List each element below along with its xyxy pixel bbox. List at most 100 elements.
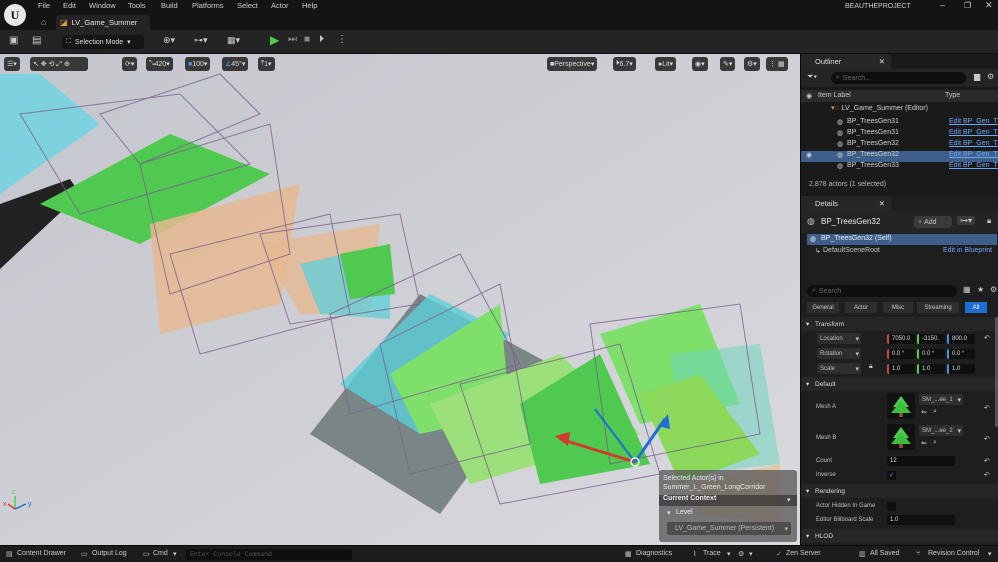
menu-edit[interactable]: Edit — [63, 1, 76, 10]
component-self[interactable]: ◍ BP_TreesGen32 (Self) — [807, 234, 997, 245]
camera-speed-button[interactable]: ⏵ 6.7 ▾ — [613, 57, 636, 71]
edit-blueprint-link[interactable]: Edit BP_Gen_T — [949, 151, 998, 158]
revision-control-button[interactable]: Revision Control — [928, 550, 979, 557]
menu-build[interactable]: Build — [161, 1, 178, 10]
menu-platforms[interactable]: Platforms — [192, 1, 224, 10]
more-options-icon[interactable]: ⋮ — [337, 34, 347, 45]
list-item[interactable]: ◍ BP_TreesGen33 Edit BP_Gen_T — [801, 162, 998, 173]
reset-icon[interactable]: ↶ — [984, 334, 990, 342]
chevron-down-icon[interactable]: ▾ — [173, 550, 177, 558]
billboard-scale-field[interactable]: 1.0 — [887, 515, 955, 525]
selection-mode-dropdown[interactable]: ⛶ Selection Mode ▾ — [62, 35, 144, 49]
outliner-tab[interactable]: Outliner ✕ — [801, 54, 891, 69]
menu-actor[interactable]: Actor — [271, 1, 289, 10]
edit-blueprint-link[interactable]: Edit BP_Gen_T — [949, 129, 998, 136]
settings-icon[interactable]: ⚙ — [987, 72, 994, 81]
content-drawer-button[interactable]: Content Drawer — [17, 550, 66, 557]
visibility-eye-icon[interactable]: ◉ — [806, 151, 812, 159]
source-control-icon[interactable]: ▤ — [32, 35, 41, 46]
map-tab[interactable]: ◪ LV_Game_Summer — [56, 15, 150, 30]
menu-help[interactable]: Help — [302, 1, 317, 10]
filter-actor[interactable]: Actor — [845, 302, 877, 313]
rotation-y[interactable]: 0.0 ° — [917, 349, 945, 359]
add-actor-icon[interactable]: ⊕▾ — [163, 35, 175, 46]
cmd-dropdown[interactable]: Cmd — [153, 550, 168, 557]
layout-button[interactable]: ⋮ ▦ — [766, 57, 788, 71]
home-icon[interactable]: ⌂ — [41, 17, 46, 27]
lock-icon[interactable]: 🔒︎ — [869, 363, 873, 371]
settings-icon[interactable]: ⚙ — [738, 550, 744, 558]
star-icon[interactable]: ★ — [977, 285, 984, 294]
col-item-label[interactable]: Item Label — [818, 92, 851, 99]
mesh-b-dropdown[interactable]: SM_...ee_2 ▾ — [919, 425, 963, 436]
reset-icon[interactable]: ↶ — [984, 435, 990, 443]
blueprint-icon[interactable]: ⊶▾ — [194, 35, 208, 46]
filter-icon[interactable]: ⏷▾ — [807, 72, 817, 82]
all-saved-button[interactable]: All Saved — [870, 550, 900, 557]
dropdown-icon[interactable]: ▾ — [749, 550, 753, 558]
chevron-down-icon[interactable]: ▾ — [727, 550, 731, 558]
section-transform[interactable]: ▾ Transform — [801, 317, 998, 331]
play-icon[interactable]: ▶ — [270, 33, 279, 47]
reset-icon[interactable]: ↶ — [984, 457, 990, 465]
folder-icon[interactable]: ▆ — [974, 72, 980, 81]
add-component-button[interactable]: + Add — [914, 216, 952, 228]
viewport-menu-button[interactable]: ☰▾ — [4, 57, 20, 71]
rotation-dropdown[interactable]: Rotation ▾ — [817, 348, 861, 359]
browse-search-icon[interactable]: ⌕ — [933, 439, 937, 447]
scale-x[interactable]: 1.0 — [887, 364, 915, 374]
location-dropdown[interactable]: Location ▾ — [817, 333, 861, 344]
reset-icon[interactable]: ↶ — [984, 471, 990, 479]
count-field[interactable]: 12 — [887, 456, 955, 466]
section-default[interactable]: ▾ Default — [801, 377, 998, 391]
edit-blueprint-link[interactable]: Edit BP_Gen_T — [949, 162, 998, 169]
filter-streaming[interactable]: Streaming — [917, 302, 959, 313]
rotation-z[interactable]: 0.0 ° — [947, 349, 975, 359]
reset-icon[interactable]: ↶ — [984, 404, 990, 412]
settings-button[interactable]: ⚙▾ — [744, 57, 760, 71]
filter-general[interactable]: General — [807, 302, 839, 313]
chevron-down-icon[interactable]: ▾ — [988, 550, 992, 558]
camera-speed-index-button[interactable]: ⤒ 1 ▾ — [258, 57, 275, 71]
launch-icon[interactable]: ⏵ — [319, 34, 324, 45]
show-flags-button[interactable]: ◉▾ — [692, 57, 708, 71]
details-search-input[interactable]: ⌕ Search — [807, 285, 957, 297]
inverse-checkbox[interactable]: ✓ — [887, 471, 896, 480]
step-icon[interactable]: ⏭ — [288, 34, 297, 45]
section-rendering[interactable]: ▾ Rendering — [801, 484, 998, 498]
scale-z[interactable]: 1.0 — [947, 364, 975, 374]
grid-snap-button[interactable]: ⤡ 420 ▾ — [146, 57, 173, 71]
zen-server-button[interactable]: Zen Server — [786, 550, 821, 557]
location-y[interactable]: -3150. — [917, 334, 945, 344]
use-selected-icon[interactable]: ⇐ — [921, 408, 927, 416]
lit-dropdown[interactable]: ● Lit ▾ — [655, 57, 677, 71]
section-hlod[interactable]: ▾ HLOD — [801, 529, 998, 543]
trace-button[interactable]: Trace — [703, 550, 721, 557]
lock-icon[interactable]: 🔒︎ — [987, 216, 991, 226]
view-modes-button[interactable]: ✎▾ — [720, 57, 736, 71]
cinematics-icon[interactable]: ▦▾ — [227, 35, 240, 46]
browse-search-icon[interactable]: ⌕ — [933, 408, 937, 416]
transform-tools[interactable]: ↖ ✥ ⟲ ⤢ ⊕ — [30, 57, 88, 71]
unreal-logo-icon[interactable]: U — [4, 4, 26, 26]
output-log-button[interactable]: Output Log — [92, 550, 127, 557]
blueprint-dropdown-icon[interactable]: ⊶▾ — [957, 216, 976, 225]
location-x[interactable]: 7050.0 — [887, 334, 915, 344]
list-item[interactable]: ◍ BP_TreesGen31 Edit BP_Gen_T — [801, 118, 998, 129]
mesh-a-dropdown[interactable]: SM_...ee_1 ▾ — [919, 394, 963, 405]
level-dropdown[interactable]: LV_Game_Summer (Persistent) ▾ — [667, 522, 791, 535]
stop-icon[interactable]: ■ — [304, 34, 310, 45]
hidden-in-game-checkbox[interactable] — [887, 502, 896, 511]
scale-y[interactable]: 1.0 — [917, 364, 945, 374]
outliner-root[interactable]: ▾◌ LV_Game_Summer (Editor) — [801, 104, 998, 115]
use-selected-icon[interactable]: ⇐ — [921, 439, 927, 447]
list-item-selected[interactable]: ◉ ◍ BP_TreesGen32 Edit BP_Gen_T — [801, 151, 998, 162]
gear-icon[interactable]: ⚙ — [990, 285, 997, 294]
close-icon[interactable]: ✕ — [879, 199, 885, 208]
list-item[interactable]: ◍ BP_TreesGen32 Edit BP_Gen_T — [801, 140, 998, 151]
location-z[interactable]: 800.0 — [947, 334, 975, 344]
list-item[interactable]: ◍ BP_TreesGen31 Edit BP_Gen_T — [801, 129, 998, 140]
outliner-search-input[interactable]: ⌕ Search... — [831, 72, 966, 84]
chevron-down-icon[interactable]: ▾ — [667, 509, 671, 517]
edit-blueprint-link[interactable]: Edit BP_Gen_T — [949, 140, 998, 147]
